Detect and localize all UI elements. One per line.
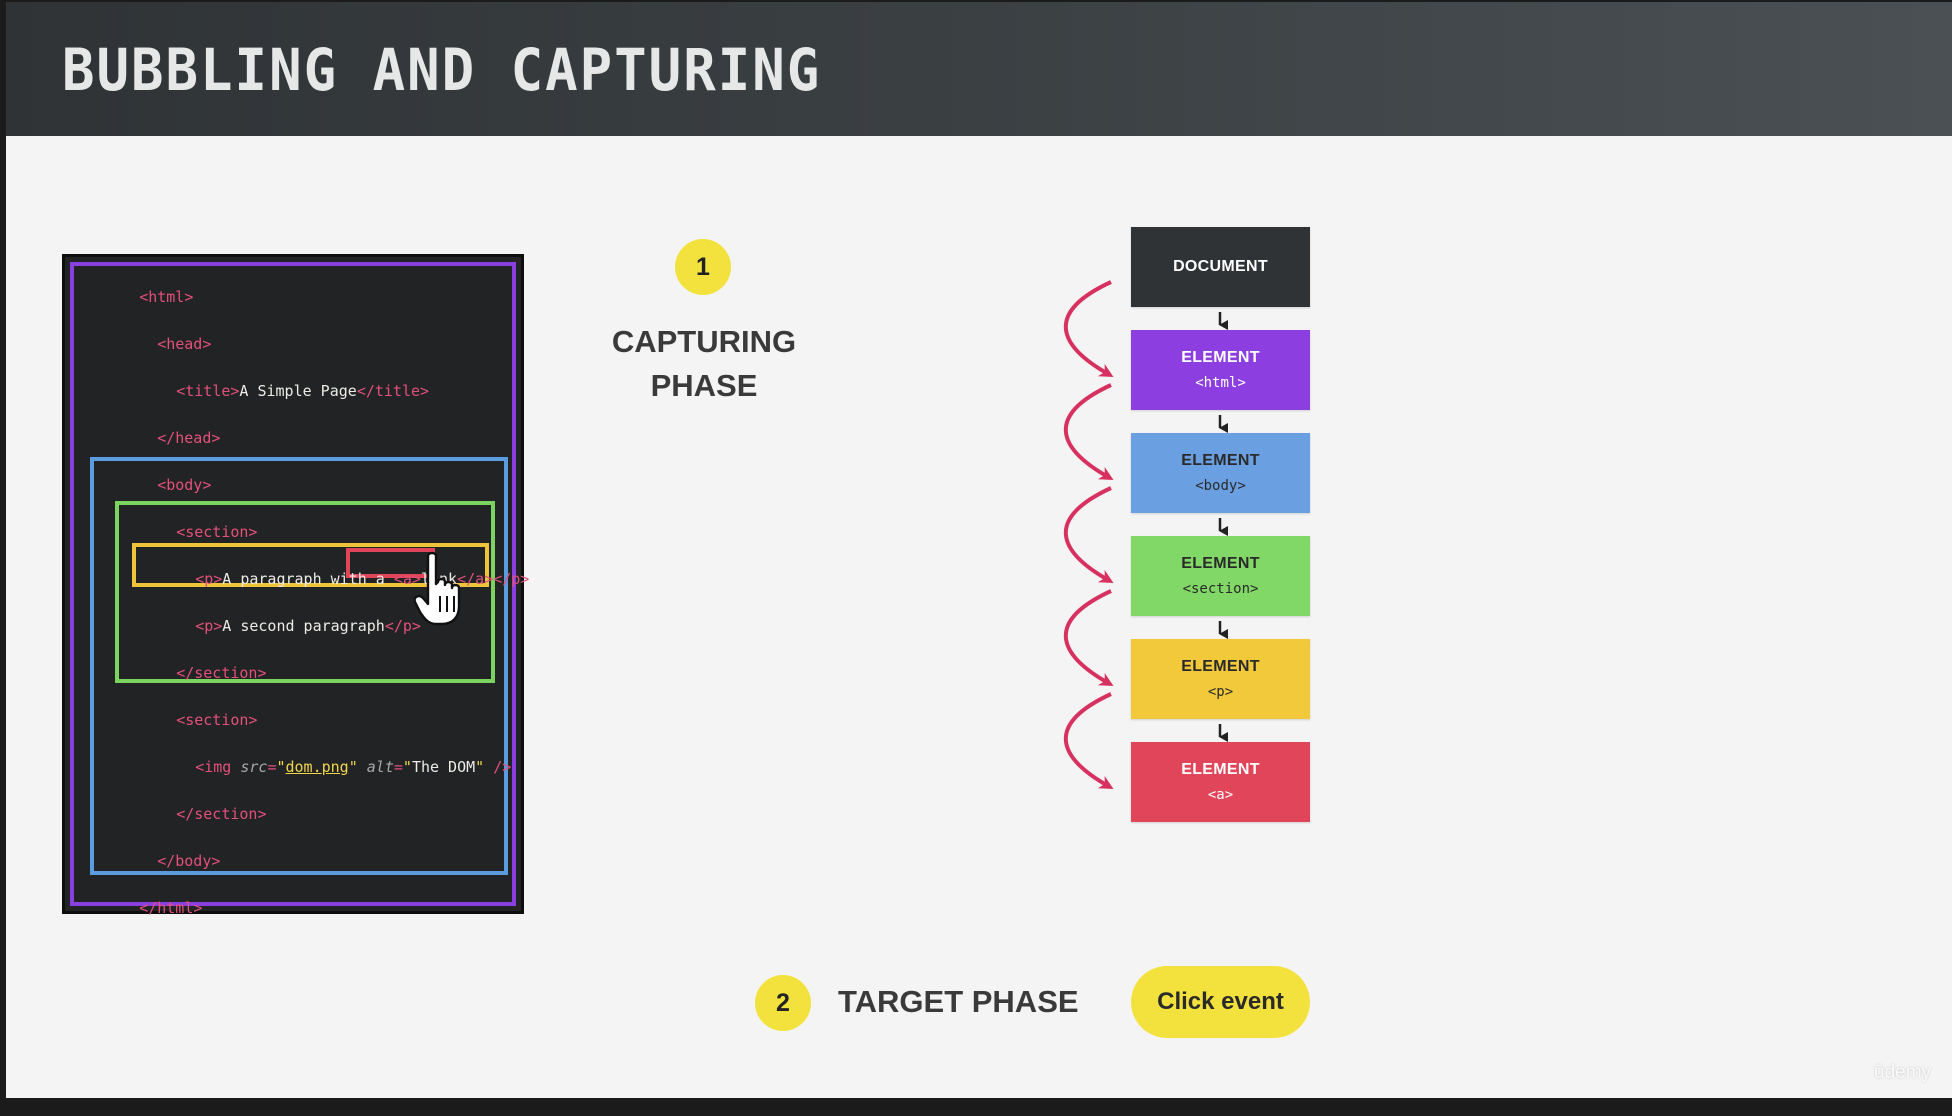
element-node-body: ELEMENT <body>	[1131, 433, 1310, 513]
node-title: ELEMENT	[1181, 555, 1260, 572]
title-open-tag: <title>	[176, 382, 240, 400]
element-node-a: ELEMENT <a>	[1131, 742, 1310, 822]
section-close-tag: </section>	[176, 805, 267, 823]
capturing-phase-label: CAPTURING PHASE	[566, 320, 842, 408]
p-open-tag: <p>	[195, 570, 223, 588]
code-line-paragraph-2: <p>A second paragraph</p>	[141, 599, 421, 653]
capture-curve-arrow	[1063, 486, 1114, 583]
document-node: DOCUMENT	[1131, 227, 1310, 307]
quote: "	[348, 758, 358, 776]
code-line-html-open: <html>	[85, 270, 193, 324]
code-line-section2-open: <section>	[122, 693, 257, 747]
code-line-section2-close: </section>	[122, 787, 267, 841]
capture-curve-arrow	[1063, 383, 1114, 480]
code-line-img: <img src="dom.png" alt="The DOM" />	[141, 740, 511, 794]
slide-title: BUBBLING AND CAPTURING	[62, 36, 822, 105]
click-event-pill: Click event	[1131, 966, 1310, 1038]
node-tag: <section>	[1182, 581, 1259, 597]
node-tag: <a>	[1207, 787, 1234, 803]
node-title: ELEMENT	[1181, 761, 1260, 778]
head-close-tag: </head>	[157, 429, 221, 447]
slide-header: BUBBLING AND CAPTURING	[6, 2, 1952, 136]
body-close-tag: </body>	[157, 852, 221, 870]
node-tag: <html>	[1195, 375, 1246, 391]
quote: "	[475, 758, 485, 776]
capturing-phase-line1: CAPTURING	[611, 324, 797, 359]
code-line-head-open: <head>	[103, 317, 211, 371]
element-node-p: ELEMENT <p>	[1131, 639, 1310, 719]
body-open-tag: <body>	[157, 476, 212, 494]
head-open-tag: <head>	[157, 335, 212, 353]
img-close-tag: />	[484, 758, 512, 776]
node-title: ELEMENT	[1181, 349, 1260, 366]
p-open-tag: <p>	[195, 617, 223, 635]
hand-cursor-icon	[414, 551, 461, 626]
img-open-tag: <img	[195, 758, 241, 776]
section-close-tag: </section>	[176, 664, 267, 682]
code-line-title: <title>A Simple Page</title>	[122, 364, 429, 418]
element-node-html: ELEMENT <html>	[1131, 330, 1310, 410]
p-close-tag: </p>	[493, 570, 530, 588]
quote: "	[276, 758, 286, 776]
target-phase-label: TARGET PHASE	[838, 984, 1079, 1019]
code-line-html-close: </html>	[85, 881, 202, 935]
code-line-body-open: <body>	[103, 458, 211, 512]
capturing-phase-line2: PHASE	[650, 368, 758, 403]
src-attr: src	[240, 758, 268, 776]
src-value: dom.png	[285, 758, 349, 776]
bottom-strip	[0, 1098, 1952, 1116]
section-open-tag: <section>	[176, 523, 258, 541]
node-title: ELEMENT	[1181, 658, 1260, 675]
alt-value: The DOM	[411, 758, 476, 776]
node-title: ELEMENT	[1181, 452, 1260, 469]
quote: "	[402, 758, 412, 776]
section-open-tag: <section>	[176, 711, 258, 729]
capture-curve-arrow	[1063, 589, 1114, 686]
element-node-section: ELEMENT <section>	[1131, 536, 1310, 616]
node-tag: <body>	[1195, 478, 1246, 494]
title-text: A Simple Page	[239, 382, 357, 400]
target-phase-badge: 2	[755, 975, 811, 1031]
p2-text: A second paragraph	[222, 617, 385, 635]
code-line-section-open: <section>	[122, 505, 257, 559]
code-line-body-close: </body>	[103, 834, 220, 888]
title-close-tag: </title>	[356, 382, 430, 400]
slide: BUBBLING AND CAPTURING <html> <head> <ti…	[6, 2, 1952, 1098]
p1-text: A paragraph with a	[222, 570, 394, 588]
html-open-tag: <html>	[139, 288, 194, 306]
capture-curve-arrow	[1063, 692, 1114, 789]
node-tag: <p>	[1207, 684, 1234, 700]
capturing-phase-badge: 1	[675, 239, 731, 295]
code-line-head-close: </head>	[103, 411, 220, 465]
eq-sign: =	[393, 758, 403, 776]
html-close-tag: </html>	[139, 899, 203, 917]
node-title: DOCUMENT	[1173, 258, 1268, 275]
code-line-section-close: </section>	[122, 646, 267, 700]
alt-attr: alt	[366, 758, 394, 776]
udemy-watermark: ūdemy	[1874, 1062, 1932, 1083]
capture-curve-arrow	[1063, 280, 1114, 377]
